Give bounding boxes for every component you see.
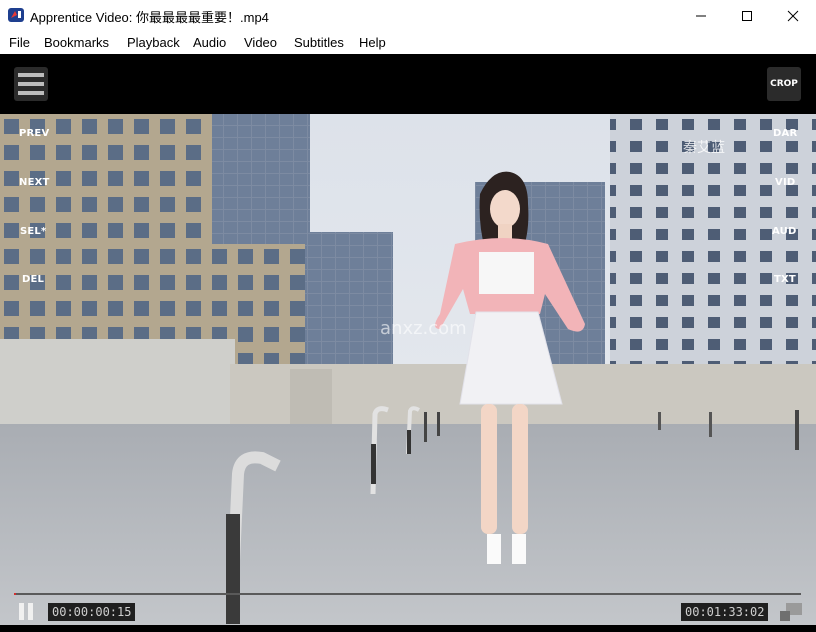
elapsed-time: 00:00:00:15 (48, 603, 136, 621)
menu-subtitles[interactable]: Subtitles (294, 35, 344, 50)
close-button[interactable] (770, 0, 816, 31)
video-frame: 秦艾蓝 anxz.com (0, 114, 816, 625)
channel-watermark: 秦艾蓝 (683, 140, 725, 156)
next-button[interactable]: NEXT (19, 177, 50, 188)
title-bar: Apprentice Video: 你最最最最重要！.mp4 (0, 0, 816, 31)
menu-bookmarks[interactable]: Bookmarks (44, 35, 109, 50)
video-track-button[interactable]: VID (775, 177, 795, 188)
menu-video[interactable]: Video (244, 35, 277, 50)
menu-toggle-button[interactable] (14, 67, 48, 101)
select-button[interactable]: SEL* (20, 226, 46, 237)
minimize-button[interactable] (678, 0, 724, 31)
maximize-button[interactable] (724, 0, 770, 31)
crop-button[interactable]: CROP (767, 67, 801, 101)
close-icon (787, 10, 799, 21)
menu-file[interactable]: File (9, 35, 30, 50)
video-scene: 秦艾蓝 anxz.com (0, 114, 816, 625)
app-icon (8, 8, 24, 22)
site-watermark: anxz.com (380, 318, 467, 339)
pause-icon (28, 603, 33, 620)
delete-button[interactable]: DEL (22, 274, 44, 285)
timeline-slider[interactable] (14, 593, 801, 595)
menu-bar-line (18, 73, 44, 77)
menu-help[interactable]: Help (359, 35, 386, 50)
maximize-icon (742, 10, 752, 21)
menu-bar-line (18, 82, 44, 86)
menu-playback[interactable]: Playback (127, 35, 180, 50)
menu-audio[interactable]: Audio (193, 35, 226, 50)
fullscreen-icon[interactable] (780, 603, 802, 621)
menu-bar-line (18, 91, 44, 95)
menu-bar: File Bookmarks Playback Audio Video Subt… (0, 31, 816, 54)
timeline-progress (14, 593, 17, 595)
subtitle-track-button[interactable]: TXT (774, 274, 796, 285)
total-time: 00:01:33:02 (681, 603, 769, 621)
pause-icon (19, 603, 24, 620)
window-title: Apprentice Video: 你最最最最重要！.mp4 (30, 10, 269, 25)
pause-button[interactable] (15, 603, 37, 621)
dar-button[interactable]: DAR (773, 128, 797, 139)
prev-button[interactable]: PREV (19, 128, 49, 139)
video-area[interactable]: CROP 秦艾蓝 anxz.com PREV NEXT SEL* DEL DAR… (0, 54, 816, 632)
minimize-icon (696, 15, 706, 16)
audio-track-button[interactable]: AUD (772, 226, 796, 237)
